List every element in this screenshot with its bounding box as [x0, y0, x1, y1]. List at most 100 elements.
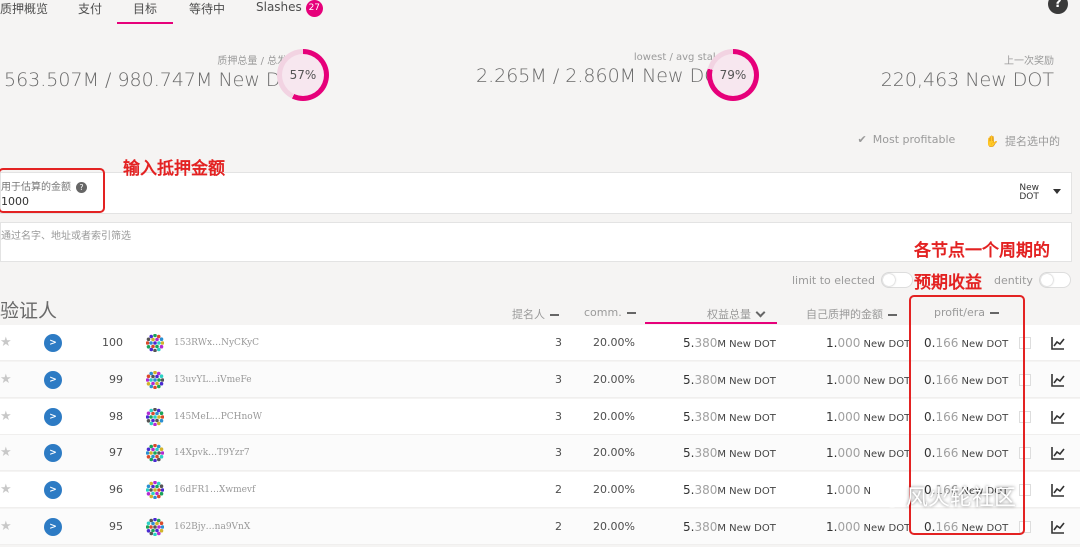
total-stake: 5.380M New DOT — [683, 325, 776, 361]
tab-staking-overview[interactable]: 质押概览 — [0, 0, 48, 24]
tab-targets[interactable]: 目标 — [116, 0, 174, 24]
select-nominated-button[interactable]: ✋ 提名选中的 — [985, 133, 1060, 149]
tab-payouts[interactable]: 支付 — [78, 0, 102, 24]
favorite-star-icon[interactable]: ★ — [0, 472, 12, 508]
total-stake-dec: 380 — [694, 409, 718, 424]
chevron-right-icon[interactable]: > — [44, 518, 62, 536]
validator-address[interactable]: 14Xpvk…T9Yzr7 — [174, 435, 250, 471]
chart-line-icon[interactable] — [1050, 335, 1066, 351]
own-stake: 1.000 New DOT — [826, 325, 910, 361]
own-stake-int: 1. — [826, 409, 838, 424]
limit-elected-toggle[interactable] — [880, 272, 913, 288]
total-stake-dec: 380 — [694, 336, 718, 350]
validator-address[interactable]: 13uvYL…iVmeFe — [174, 362, 252, 398]
annotation-amount-note: 输入抵押金额 — [123, 159, 225, 179]
validators-title: 验证人 — [0, 300, 58, 322]
validator-address[interactable]: 16dFR1…Xwmevf — [174, 472, 255, 508]
annotation-profit-note-1: 各节点一个周期的 — [914, 241, 1050, 261]
total-stake-int: 5. — [683, 520, 695, 534]
own-stake-dec: 000 — [837, 520, 861, 534]
summary-last-reward: 上一次奖励 220,463 New DOT — [881, 52, 1054, 91]
tab-slashes[interactable]: Slashes 27 — [256, 0, 323, 24]
validator-address[interactable]: 153RWx…NyCKyC — [174, 325, 259, 361]
tab-label: 目标 — [133, 2, 158, 16]
validator-address[interactable]: 145MeL…PCHnoW — [174, 399, 262, 435]
total-stake-unit: M New DOT — [717, 375, 776, 387]
help-icon[interactable]: ? — [1048, 0, 1068, 14]
chart-line-icon[interactable] — [1050, 372, 1066, 388]
most-profitable-label: Most profitable — [872, 133, 956, 146]
favorite-star-icon[interactable]: ★ — [0, 509, 12, 545]
own-stake-int: 1. — [826, 520, 838, 534]
total-stake-dec: 380 — [694, 520, 718, 534]
chart-line-icon[interactable] — [1050, 409, 1066, 425]
own-stake-dec: 000 — [837, 483, 861, 498]
summary-last-reward-value: 220,463 New DOT — [880, 69, 1054, 91]
header-label: 权益总量 — [707, 308, 751, 321]
commission: 20.00% — [593, 372, 635, 386]
total-stake-unit: M New DOT — [717, 523, 776, 534]
chevron-down-icon — [755, 307, 766, 318]
own-stake-int: 1. — [826, 483, 838, 498]
chevron-right-icon[interactable]: > — [44, 444, 62, 463]
identicon-icon — [146, 370, 164, 389]
annotation-profit-note-2: 预期收益 — [914, 273, 982, 293]
nominator-count: 2 — [555, 483, 562, 497]
header-nominators[interactable]: 提名人 — [512, 306, 559, 322]
chart-line-icon[interactable] — [1050, 482, 1066, 498]
tab-label: Slashes — [256, 0, 302, 14]
unit-line-2: DOT — [1019, 192, 1039, 202]
chart-line-icon[interactable] — [1050, 519, 1066, 535]
total-stake-int: 5. — [683, 409, 695, 424]
header-own-stake[interactable]: 自己质押的金额 — [806, 306, 897, 322]
favorite-star-icon[interactable]: ★ — [0, 362, 12, 398]
tab-label: 等待中 — [189, 2, 226, 16]
identicon-icon — [146, 444, 164, 463]
own-stake-unit: New DOT — [860, 523, 911, 534]
header-total-stake[interactable]: 权益总量 — [707, 306, 766, 322]
favorite-star-icon[interactable]: ★ — [0, 325, 12, 361]
rank: 99 — [109, 372, 123, 386]
own-stake: 1.000 New DOT — [826, 435, 910, 471]
select-nominated-label: 提名选中的 — [1005, 135, 1060, 148]
identity-toggle[interactable] — [1038, 272, 1071, 288]
chevron-right-icon[interactable]: > — [44, 334, 62, 352]
chevron-down-icon[interactable] — [1053, 189, 1061, 194]
favorite-star-icon[interactable]: ★ — [0, 435, 12, 471]
own-stake: 1.000 New DOT — [826, 399, 910, 435]
summary-staked-label: 质押总量 / 总发行量 — [217, 56, 308, 67]
chevron-right-icon[interactable]: > — [44, 481, 62, 500]
total-stake: 5.380M New DOT — [683, 509, 776, 545]
commission: 20.00% — [593, 336, 635, 349]
lowest-percent: 79% — [712, 54, 754, 96]
tab-label: 质押概览 — [0, 2, 49, 16]
summary-lowest-label: lowest / avg staked — [633, 52, 731, 63]
own-stake: 1.000 New DOT — [826, 362, 910, 398]
chart-line-icon[interactable] — [1050, 445, 1066, 461]
validator-address[interactable]: 162Bjy…na9VnX — [174, 509, 250, 545]
identity-label: dentity — [994, 273, 1033, 287]
most-profitable-button[interactable]: ✔ Most profitable — [858, 133, 956, 149]
total-stake: 5.380M New DOT — [683, 399, 776, 435]
chevron-right-icon[interactable]: > — [44, 407, 62, 426]
chevron-right-icon[interactable]: > — [44, 370, 62, 389]
total-stake-unit: M New DOT — [717, 339, 776, 350]
watermark: 风火轮社区 — [872, 480, 1016, 512]
tab-label: 支付 — [78, 2, 103, 16]
header-label: comm. — [584, 306, 622, 319]
rank: 100 — [102, 336, 123, 349]
header-label: 自己质押的金额 — [806, 308, 883, 321]
filter-actions: ✔ Most profitable ✋ 提名选中的 — [858, 133, 1060, 149]
header-comm[interactable]: comm. — [584, 306, 636, 319]
search-input[interactable]: 通过名字、地址或者索引筛选 — [0, 222, 1072, 262]
favorite-star-icon[interactable]: ★ — [0, 399, 12, 435]
sort-dash-icon — [626, 312, 636, 314]
tab-waiting[interactable]: 等待中 — [189, 0, 225, 24]
nominator-count: 3 — [555, 336, 562, 349]
amount-unit-select[interactable]: New DOT — [1019, 184, 1039, 202]
identicon-icon — [146, 334, 164, 352]
identicon-icon — [146, 481, 164, 500]
nominator-count: 2 — [555, 520, 562, 533]
own-stake-dec: 000 — [837, 446, 861, 461]
own-stake-int: 1. — [826, 336, 838, 350]
